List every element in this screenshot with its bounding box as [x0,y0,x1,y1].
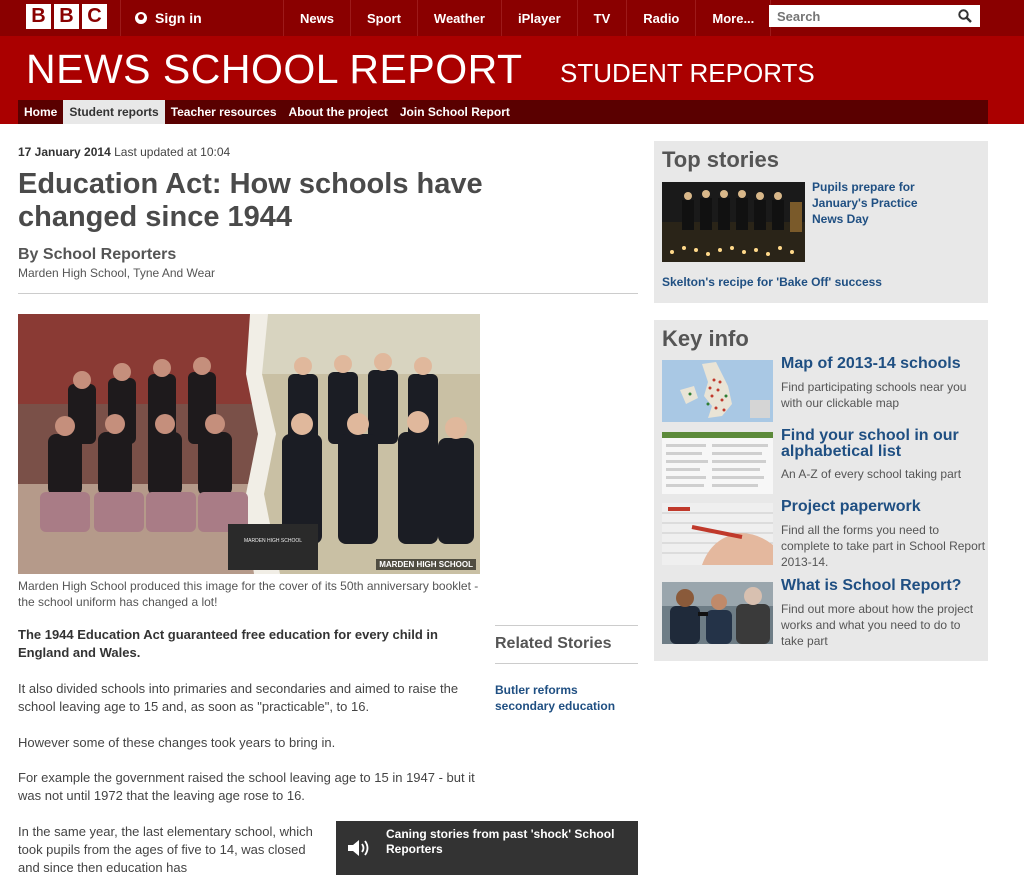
search-box [769,5,980,27]
photo-sign-text: MARDEN HIGH SCHOOL [244,538,302,544]
global-nav-iplayer[interactable]: iPlayer [500,0,577,36]
top-story-link[interactable]: Skelton's recipe for 'Bake Off' success [662,275,882,289]
paperwork-thumbnail[interactable] [662,503,773,565]
section-nav-teacher-resources[interactable]: Teacher resources [165,100,283,124]
article-headline: Education Act: How schools have changed … [18,168,483,233]
related-stories-heading: Related Stories [495,625,638,664]
bbc-logo-letter: B [26,4,51,29]
site-subtitle: STUDENT REPORTS [560,58,815,88]
key-info-panel: Key info Map of 2013-14 schools Find par… [654,320,988,661]
user-icon [135,12,147,24]
section-nav-home[interactable]: Home [18,100,63,124]
photo-caption: Marden High School produced this image f… [18,579,479,609]
bbc-logo-letter: C [82,4,107,29]
audio-promo[interactable]: Caning stories from past 'shock' School … [336,821,638,875]
section-nav-student-reports[interactable]: Student reports [63,100,165,124]
search-input[interactable] [769,6,949,26]
byline-school: Marden High School, Tyne And Wear [18,266,216,280]
top-story-link[interactable]: Pupils prepare for January's Practice Ne… [812,179,952,227]
bbc-logo[interactable]: B B C [26,4,107,29]
key-info-desc: Find all the forms you need to complete … [781,523,986,569]
sign-in-link[interactable]: Sign in [120,0,280,36]
key-info-title[interactable]: Find your school in our alphabetical lis… [781,428,986,460]
sign-in-label: Sign in [155,10,202,26]
key-info-desc: Find out more about how the project work… [781,602,974,648]
global-bar: B B C Sign in News Sport Weather iPlayer… [0,0,1024,36]
school-photo-illustration: MARDEN HIGH SCHOOL [18,314,480,574]
article-photo: MARDEN HIGH SCHOOL MARDEN HIGH SCHOOL [18,314,480,574]
section-nav-about[interactable]: About the project [283,100,394,124]
schools-map-thumbnail[interactable] [662,360,773,422]
global-nav-more[interactable]: More... [695,0,772,36]
article-paragraph: However some of these changes took years… [18,735,336,750]
site-title[interactable]: NEWS SCHOOL REPORT [26,46,523,93]
related-story-link[interactable]: Butler reforms secondary education [495,682,638,714]
article-paragraph: In the same year, the last elementary sc… [18,824,313,875]
global-nav-sport[interactable]: Sport [349,0,417,36]
global-nav: News Sport Weather iPlayer TV Radio More… [283,0,772,36]
top-stories-heading: Top stories [662,147,779,172]
key-info-title[interactable]: What is School Report? [781,578,986,594]
dateline: 17 January 2014 Last updated at 10:04 [18,145,230,159]
school-report-thumbnail[interactable] [662,582,773,644]
key-info-title[interactable]: Project paperwork [781,499,986,515]
masthead: NEWS SCHOOL REPORT STUDENT REPORTS Home … [0,36,1024,124]
article-paragraph: For example the government raised the sc… [18,770,475,803]
related-stories: Related Stories Butler reforms secondary… [495,625,638,714]
key-info-title[interactable]: Map of 2013-14 schools [781,356,986,372]
article-date: 17 January 2014 [18,145,111,159]
global-nav-news[interactable]: News [283,0,350,36]
speaker-icon [348,840,369,856]
key-info-desc: An A-Z of every school taking part [781,467,962,481]
divider [18,293,638,294]
search-icon[interactable] [958,9,972,23]
school-list-thumbnail[interactable] [662,432,773,494]
global-nav-radio[interactable]: Radio [626,0,695,36]
article-lede: The 1944 Education Act guaranteed free e… [18,627,438,660]
audio-title: Caning stories from past 'shock' School … [386,827,615,856]
key-info-heading: Key info [662,326,749,351]
key-info-desc: Find participating schools near you with… [781,380,967,410]
byline: By School Reporters [18,246,177,263]
section-nav-join[interactable]: Join School Report [394,100,516,124]
global-nav-weather[interactable]: Weather [416,0,501,36]
photo-credit: MARDEN HIGH SCHOOL [376,559,476,570]
top-stories-panel: Top stories Pupils prepare for January's… [654,141,988,303]
article-paragraph: It also divided schools into primaries a… [18,681,459,714]
bbc-logo-letter: B [54,4,79,29]
global-nav-tv[interactable]: TV [576,0,627,36]
last-updated: Last updated at 10:04 [114,145,231,159]
top-story-thumbnail[interactable] [662,182,805,262]
section-nav: Home Student reports Teacher resources A… [18,100,988,124]
